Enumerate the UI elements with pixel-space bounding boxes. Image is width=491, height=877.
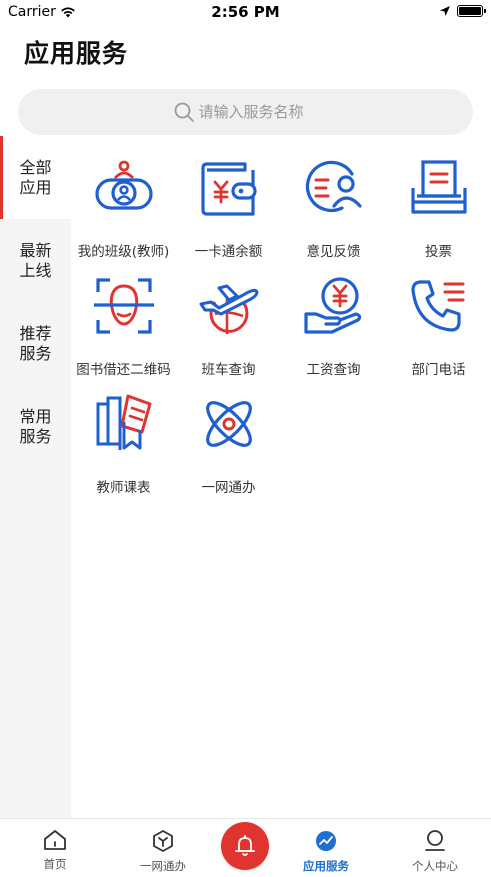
service-my-class[interactable]: 我的班级(教师) bbox=[71, 150, 176, 268]
vote-icon bbox=[410, 160, 467, 214]
service-feedback[interactable]: 意见反馈 bbox=[281, 150, 386, 268]
center-notify-button[interactable] bbox=[221, 822, 269, 870]
tab-label: 应用服务 bbox=[303, 859, 349, 873]
service-label: 图书借还二维码 bbox=[76, 362, 171, 378]
service-vote[interactable]: 投票 bbox=[386, 150, 491, 268]
search-icon bbox=[174, 102, 194, 122]
tab-bar: 首页 一网通办 应用服务 个人中心 bbox=[0, 818, 491, 877]
books-icon bbox=[96, 394, 151, 450]
airplane-icon bbox=[199, 284, 258, 334]
status-bar: Carrier 2:56 PM bbox=[0, 0, 491, 26]
service-teacher-schedule[interactable]: 教师课表 bbox=[71, 386, 176, 504]
bell-icon bbox=[235, 835, 255, 856]
sidebar-item-label: 全部应用 bbox=[19, 157, 52, 197]
service-card-balance[interactable]: 一卡通余额 bbox=[176, 150, 281, 268]
sidebar-item-common[interactable]: 常用服务 bbox=[0, 385, 71, 468]
home-icon bbox=[44, 830, 66, 850]
location-arrow-icon bbox=[440, 6, 450, 16]
atom-icon bbox=[205, 401, 252, 447]
search-input[interactable] bbox=[198, 103, 319, 121]
sidebar-item-label: 常用服务 bbox=[19, 406, 52, 446]
search-bar[interactable] bbox=[18, 89, 473, 135]
category-sidebar: 全部应用 最新上线 推荐服务 常用服务 bbox=[0, 136, 71, 818]
wallet-icon bbox=[200, 162, 257, 216]
service-label: 工资查询 bbox=[306, 362, 361, 378]
service-label: 一卡通余额 bbox=[194, 244, 263, 260]
status-right bbox=[439, 5, 486, 17]
service-label: 一网通办 bbox=[201, 480, 256, 496]
service-label: 班车查询 bbox=[201, 362, 256, 378]
status-time: 2:56 PM bbox=[211, 3, 280, 21]
tab-profile[interactable]: 个人中心 bbox=[386, 819, 484, 877]
service-label: 意见反馈 bbox=[306, 244, 361, 260]
sidebar-item-label: 最新上线 bbox=[19, 240, 52, 280]
service-salary[interactable]: 工资查询 bbox=[281, 268, 386, 386]
salary-icon bbox=[303, 277, 361, 334]
battery-icon bbox=[457, 5, 486, 17]
service-label: 投票 bbox=[425, 244, 452, 260]
service-shuttle-bus[interactable]: 班车查询 bbox=[176, 268, 281, 386]
service-library-qrcode[interactable]: 图书借还二维码 bbox=[71, 268, 176, 386]
cube-icon bbox=[153, 830, 173, 852]
tab-home[interactable]: 首页 bbox=[6, 819, 104, 877]
user-icon bbox=[425, 830, 445, 851]
service-label: 教师课表 bbox=[96, 480, 151, 496]
sidebar-item-recommended[interactable]: 推荐服务 bbox=[0, 302, 71, 385]
face-scan-icon bbox=[93, 278, 154, 334]
tab-app-services[interactable]: 应用服务 bbox=[277, 819, 375, 877]
service-label: 部门电话 bbox=[411, 362, 466, 378]
tab-label: 个人中心 bbox=[412, 859, 458, 873]
tab-label: 一网通办 bbox=[140, 859, 186, 873]
service-label: 我的班级(教师) bbox=[77, 244, 170, 260]
phone-icon bbox=[410, 280, 464, 332]
feedback-icon bbox=[305, 160, 362, 213]
sidebar-item-label: 推荐服务 bbox=[19, 323, 52, 363]
sidebar-item-new[interactable]: 最新上线 bbox=[0, 219, 71, 302]
page-title: 应用服务 bbox=[24, 39, 129, 68]
tab-one-stop[interactable]: 一网通办 bbox=[114, 819, 212, 877]
sidebar-item-all[interactable]: 全部应用 bbox=[0, 136, 71, 219]
chart-icon bbox=[316, 831, 336, 851]
tab-label: 首页 bbox=[43, 857, 67, 871]
service-one-stop[interactable]: 一网通办 bbox=[176, 386, 281, 504]
class-icon bbox=[94, 160, 153, 210]
service-dept-phone[interactable]: 部门电话 bbox=[386, 268, 491, 386]
